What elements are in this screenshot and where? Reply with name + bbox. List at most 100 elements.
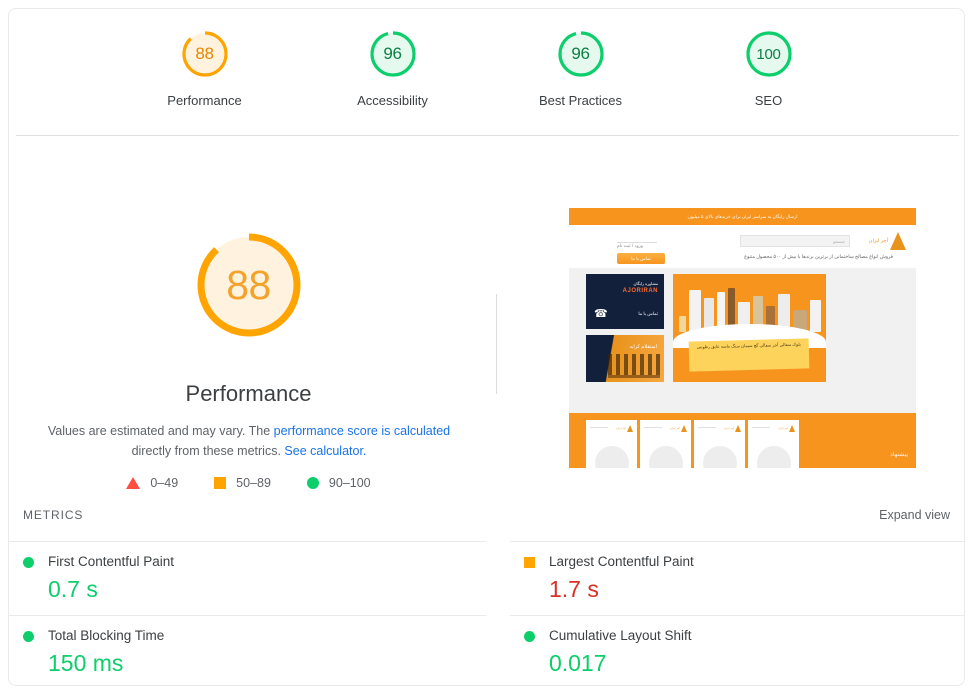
metric-first-contentful-paint[interactable]: First Contentful Paint 0.7 s [9, 541, 486, 615]
description-text-2: directly from these metrics. [131, 444, 285, 458]
site-hero-banner: بلوک سفالی آجر سفالی گچ سیمان سنگ ماسه ع… [673, 274, 826, 382]
product-card-image [756, 446, 791, 468]
performance-score-calculated-link[interactable]: performance score is calculated [274, 424, 450, 438]
site-hero-note: بلوک سفالی آجر سفالی گچ سیمان سنگ ماسه ع… [688, 338, 810, 372]
metric-value: 1.7 s [548, 576, 599, 602]
see-calculator-link[interactable]: See calculator. [284, 444, 366, 458]
cityscape-icon [608, 354, 660, 378]
category-label-performance: Performance [167, 93, 242, 108]
metrics-section-title: METRICS [23, 508, 84, 522]
metric-header: Largest Contentful Paint [523, 553, 964, 571]
product-card-logo-text: آجر ایران [616, 427, 626, 430]
metrics-row: First Contentful Paint 0.7 s Largest Con… [9, 541, 964, 615]
site-product-strip-title: پیشنهاد [890, 452, 908, 458]
legend-range-good: 90–100 [328, 476, 371, 490]
site-logo-text: آجر ایران [868, 238, 888, 244]
phone-icon: ☎ [594, 308, 608, 320]
site-top-banner-text: ارسال رایگان به سراسر ایران برای خریدهای… [687, 213, 798, 219]
site-product-card: آجر ایران [694, 420, 745, 468]
performance-description: Values are estimated and may vary. The p… [39, 421, 459, 461]
gauge-seo-small: 100 [742, 27, 796, 81]
performance-summary-pane: 88 Performance Values are estimated and … [9, 136, 488, 508]
square-icon [523, 556, 535, 568]
metric-label: Largest Contentful Paint [548, 554, 694, 569]
product-card-logo: آجر ایران [615, 424, 633, 433]
score-legend: 0–49 50–89 90–100 [9, 476, 488, 490]
square-icon [214, 477, 227, 489]
gauge-seo-small-value: 100 [756, 45, 781, 63]
product-card-logo-icon [735, 425, 741, 432]
product-card-image [702, 446, 737, 468]
category-score-best-practices[interactable]: 96 Best Practices [520, 27, 642, 109]
category-score-accessibility[interactable]: 96 Accessibility [332, 27, 454, 109]
report-body: 88 Performance Values are estimated and … [9, 136, 964, 508]
product-card-logo-icon [681, 425, 687, 432]
product-shape [689, 290, 701, 332]
legend-item-poor: 0–49 [126, 476, 178, 490]
gauge-performance-large-value: 88 [226, 261, 271, 308]
page-title: Performance [185, 381, 312, 406]
product-card-line [590, 427, 608, 428]
screenshot-pane: ارسال رایگان به سراسر ایران برای خریدهای… [497, 136, 964, 508]
gauge-accessibility-small: 96 [366, 27, 420, 81]
site-product-card: آجر ایران [586, 420, 637, 468]
product-card-logo: آجر ایران [669, 424, 687, 433]
product-card-logo: آجر ایران [777, 424, 795, 433]
gauge-best-practices-small: 96 [554, 27, 608, 81]
site-product-card: آجر ایران [640, 420, 691, 468]
category-score-performance[interactable]: 88 Performance [144, 27, 266, 109]
product-shape [810, 300, 821, 332]
legend-range-average: 50–89 [236, 476, 271, 490]
gauge-performance-small-value: 88 [195, 44, 214, 63]
category-label-accessibility: Accessibility [357, 93, 428, 108]
site-tagline: فروش انواع مصالح ساختمانی از برترین برند… [744, 255, 893, 260]
category-score-seo[interactable]: 100 SEO [708, 27, 830, 109]
product-shape [679, 316, 687, 332]
metric-largest-contentful-paint[interactable]: Largest Contentful Paint 1.7 s [509, 541, 964, 615]
metrics-row: Total Blocking Time 150 ms Cumulative La… [9, 615, 964, 685]
site-cta-label: تماس با ما [631, 255, 651, 261]
site-promo-card-contact: مشاوره رایگان AJORIRAN تماس با ما ☎ [586, 274, 664, 329]
product-card-logo-text: آجر ایران [724, 427, 734, 430]
site-logo-mark-icon [890, 232, 906, 250]
site-promo-card-contact-small: مشاوره رایگان [633, 281, 658, 286]
site-product-cards: آجر ایران آجر ایران آجر ایران آجر ایران [586, 420, 799, 468]
product-card-logo-text: آجر ایران [670, 427, 680, 430]
gauge-performance-large: 88 [189, 225, 309, 345]
product-card-logo-icon [627, 425, 633, 432]
site-promo-card-contact-brand: AJORIRAN [622, 288, 658, 294]
circle-icon [306, 477, 319, 489]
final-screenshot-thumbnail[interactable]: ارسال رایگان به سراسر ایران برای خریدهای… [569, 208, 916, 468]
metric-total-blocking-time[interactable]: Total Blocking Time 150 ms [9, 615, 486, 685]
site-search-box: جستجو [740, 235, 850, 247]
gauge-performance-small: 88 [178, 27, 232, 81]
category-label-best-practices: Best Practices [538, 93, 623, 108]
site-top-banner: ارسال رایگان به سراسر ایران برای خریدهای… [569, 208, 916, 225]
site-cta-button: تماس با ما [617, 253, 665, 264]
metric-header: Total Blocking Time [23, 627, 486, 645]
metric-value: 0.7 s [48, 576, 98, 602]
metric-cumulative-layout-shift[interactable]: Cumulative Layout Shift 0.017 [509, 615, 964, 685]
expand-view-button[interactable]: Expand view [879, 508, 950, 522]
site-promo-card-rental: استقلام کرایه [586, 335, 664, 382]
gauge-accessibility-small-value: 96 [383, 44, 402, 63]
gauge-best-practices-small-value: 96 [571, 44, 590, 63]
site-logo: آجر ایران [858, 230, 906, 252]
metrics-grid: First Contentful Paint 0.7 s Largest Con… [9, 541, 964, 685]
pagespeed-report-card: 88 Performance 96 Accessibility 96 Best … [8, 8, 965, 686]
site-promo-card-rental-text: استقلام کرایه [629, 344, 657, 350]
product-card-line [698, 427, 716, 428]
product-card-image [594, 446, 629, 468]
metric-label: Total Blocking Time [48, 628, 165, 643]
product-card-line [752, 427, 770, 428]
metric-label: Cumulative Layout Shift [548, 628, 692, 643]
site-promo-card-contact-sub: تماس با ما [638, 311, 658, 316]
metric-header: First Contentful Paint [23, 553, 486, 571]
product-card-logo: آجر ایران [723, 424, 741, 433]
metric-header: Cumulative Layout Shift [523, 627, 964, 645]
metrics-header: METRICS Expand view [9, 508, 964, 536]
site-account-link: ورود / ثبت نام [617, 234, 657, 248]
product-card-logo-icon [789, 425, 795, 432]
metric-value: 150 ms [48, 650, 124, 676]
product-card-line [644, 427, 662, 428]
